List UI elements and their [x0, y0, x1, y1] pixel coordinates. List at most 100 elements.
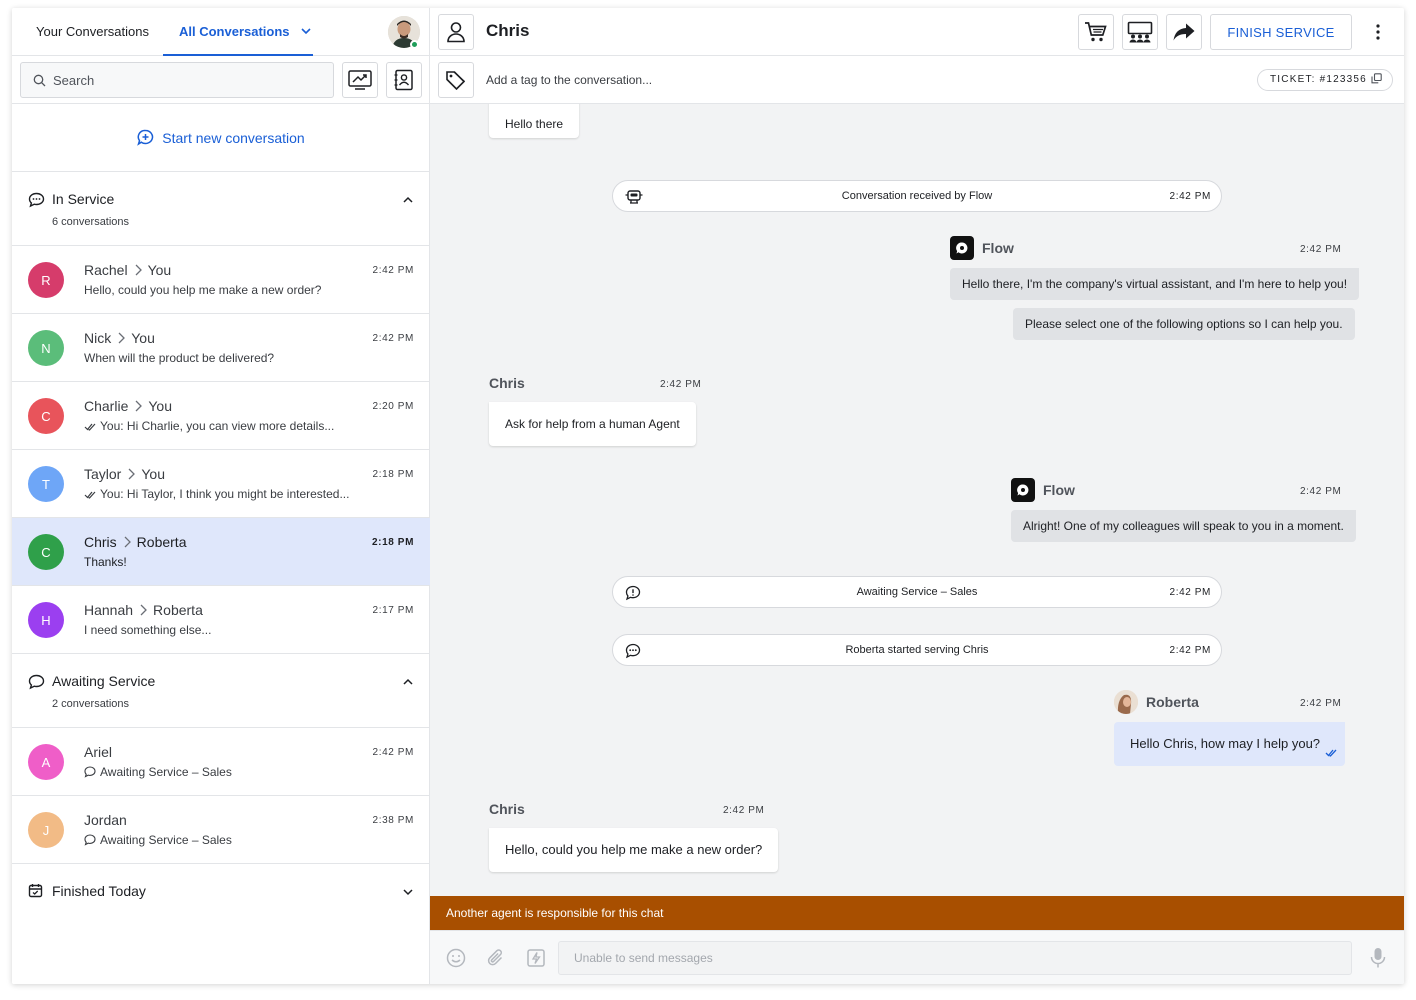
- message-time: 2:42 PM: [723, 805, 765, 816]
- conversation-row[interactable]: C Chris Roberta 2:18 PM Thanks!: [12, 518, 430, 586]
- search-input[interactable]: [53, 63, 323, 97]
- section-title: In Service: [52, 191, 115, 207]
- avatar-initial: H: [41, 612, 51, 628]
- section-awaiting-service[interactable]: Awaiting Service 2 conversations: [12, 654, 430, 728]
- message-bubble-bot: Alright! One of my colleagues will speak…: [1011, 510, 1356, 542]
- message-composer: [430, 930, 1404, 984]
- message-bubble-contact: Hello there: [489, 104, 580, 138]
- conversation-row[interactable]: T Taylor You 2:18 PM You: Hi Taylor, I think…: [12, 450, 430, 518]
- more-options-button[interactable]: [1368, 18, 1388, 46]
- chevron-right-icon: [139, 603, 147, 619]
- system-event-bar: Conversation received by Flow 2:42 PM: [612, 180, 1222, 212]
- system-event-time: 2:42 PM: [1169, 645, 1211, 656]
- cart-button[interactable]: [1078, 14, 1114, 50]
- conversation-participants: Rachel You: [84, 262, 171, 279]
- system-event-bar: Awaiting Service – Sales 2:42 PM: [612, 576, 1222, 608]
- conversation-list-panel: Your Conversations All Conversations Sea…: [12, 8, 430, 984]
- contacts-button[interactable]: [386, 62, 422, 98]
- contact-avatar: H: [28, 602, 64, 638]
- conversation-row[interactable]: N Nick You 2:42 PM When will the product be …: [12, 314, 430, 382]
- tab-all-conversations[interactable]: All Conversations: [163, 8, 313, 56]
- agent-roberta-avatar: [1114, 690, 1138, 714]
- contact-name: Nick: [84, 330, 112, 346]
- conversation-row[interactable]: H Hannah Roberta 2:17 PM I need something el…: [12, 586, 430, 654]
- conversation-participants: Jordan: [84, 812, 127, 828]
- message-text: Hello, could you help me make a new orde…: [505, 842, 763, 857]
- assigned-agent: Roberta: [136, 534, 187, 550]
- conversation-participants: Taylor You: [84, 466, 165, 483]
- contact-avatar: T: [28, 466, 64, 502]
- double-check-icon: [84, 423, 96, 431]
- tab-your-conversations[interactable]: Your Conversations: [36, 8, 149, 56]
- microphone-icon[interactable]: [1370, 947, 1386, 974]
- section-in-service[interactable]: In Service 6 conversations: [12, 172, 430, 246]
- message-time: 2:42 PM: [660, 379, 702, 390]
- tag-button[interactable]: [438, 62, 474, 98]
- avatar-initial: C: [41, 544, 51, 560]
- chevron-up-icon: [402, 675, 414, 693]
- tag-input[interactable]: [486, 68, 1086, 92]
- chevron-up-icon: [402, 193, 414, 211]
- conversation-preview: Awaiting Service – Sales: [84, 833, 404, 847]
- chevron-right-icon: [117, 331, 126, 347]
- conversation-row[interactable]: R Rachel You 2:42 PM Hello, could you help m…: [12, 246, 430, 314]
- transfer-conversation-button[interactable]: [342, 62, 378, 98]
- double-check-icon: [84, 491, 96, 499]
- conversation-preview: Awaiting Service – Sales: [84, 765, 404, 779]
- conversation-time: 2:17 PM: [372, 605, 414, 616]
- flow-bot-logo-icon: [950, 236, 974, 260]
- responsibility-alert-banner: Another agent is responsible for this ch…: [430, 896, 1404, 930]
- chat-header: Chris FINISH SERVICE: [430, 8, 1404, 56]
- avatar-initial: T: [42, 476, 50, 492]
- contact-profile-button[interactable]: [438, 14, 474, 50]
- message-text: Hello there, I'm the company's virtual a…: [962, 277, 1348, 291]
- chevron-down-icon: [402, 885, 414, 903]
- conversation-row[interactable]: J Jordan 2:38 PM Awaiting Service – Sales: [12, 796, 430, 864]
- conversation-row[interactable]: A Ariel 2:42 PM Awaiting Service – Sales: [12, 728, 430, 796]
- chat-bubble-icon: [28, 192, 45, 213]
- conversation-time: 2:20 PM: [372, 401, 414, 412]
- finish-service-button[interactable]: FINISH SERVICE: [1210, 14, 1352, 50]
- conversation-participants: Charlie You: [84, 398, 172, 415]
- contact-name: Chris: [486, 21, 530, 40]
- chat-bubble-icon: [28, 674, 45, 695]
- message-input[interactable]: [558, 941, 1352, 975]
- conversation-row[interactable]: C Charlie You 2:20 PM You: Hi Charlie, you c…: [12, 382, 430, 450]
- contact-avatar: J: [28, 812, 64, 848]
- sender-name: Flow: [982, 240, 1014, 256]
- forward-button[interactable]: [1166, 14, 1202, 50]
- preview-text: You: Hi Taylor, I think you might be int…: [100, 487, 350, 501]
- contact-name: Rachel: [84, 262, 128, 278]
- start-new-conversation-button[interactable]: Start new conversation: [12, 104, 430, 172]
- group-presentation-icon: [1127, 21, 1153, 43]
- system-event-bar: Roberta started serving Chris 2:42 PM: [612, 634, 1222, 666]
- message-bubble-contact: Ask for help from a human Agent: [489, 402, 696, 446]
- sender-name: Flow: [1043, 482, 1075, 498]
- preview-text: Thanks!: [84, 555, 127, 569]
- ticket-badge[interactable]: TICKET: #123356: [1257, 69, 1393, 91]
- online-status-dot: [410, 40, 419, 49]
- flow-bot-logo-icon: [1011, 478, 1035, 502]
- avatar-initial: J: [42, 822, 50, 838]
- sender-name: Chris: [489, 375, 525, 391]
- message-text: Alright! One of my colleagues will speak…: [1023, 519, 1344, 533]
- conversation-preview: Thanks!: [84, 555, 404, 569]
- emoji-icon[interactable]: [446, 948, 466, 973]
- chevron-right-icon: [134, 399, 143, 415]
- ticket-number: TICKET: #123356: [1270, 74, 1367, 85]
- paperclip-icon[interactable]: [486, 948, 506, 973]
- quick-reply-icon[interactable]: [526, 948, 546, 973]
- section-finished-today[interactable]: Finished Today: [12, 864, 430, 920]
- message-text: Hello Chris, how may I help you?: [1130, 736, 1321, 751]
- assigned-agent: Roberta: [153, 602, 203, 618]
- system-event-text: Conversation received by Flow: [841, 190, 993, 202]
- preview-text: Awaiting Service – Sales: [100, 833, 232, 847]
- message-bubble-contact: Hello, could you help me make a new orde…: [489, 828, 779, 872]
- avatar-initial: R: [41, 272, 51, 288]
- section-title: Finished Today: [52, 883, 146, 899]
- contact-name: Chris: [84, 534, 117, 550]
- conversation-time: 2:42 PM: [372, 333, 414, 344]
- group-meeting-button[interactable]: [1122, 14, 1158, 50]
- message-time: 2:42 PM: [1300, 698, 1342, 709]
- kebab-menu-icon: [1376, 24, 1380, 40]
